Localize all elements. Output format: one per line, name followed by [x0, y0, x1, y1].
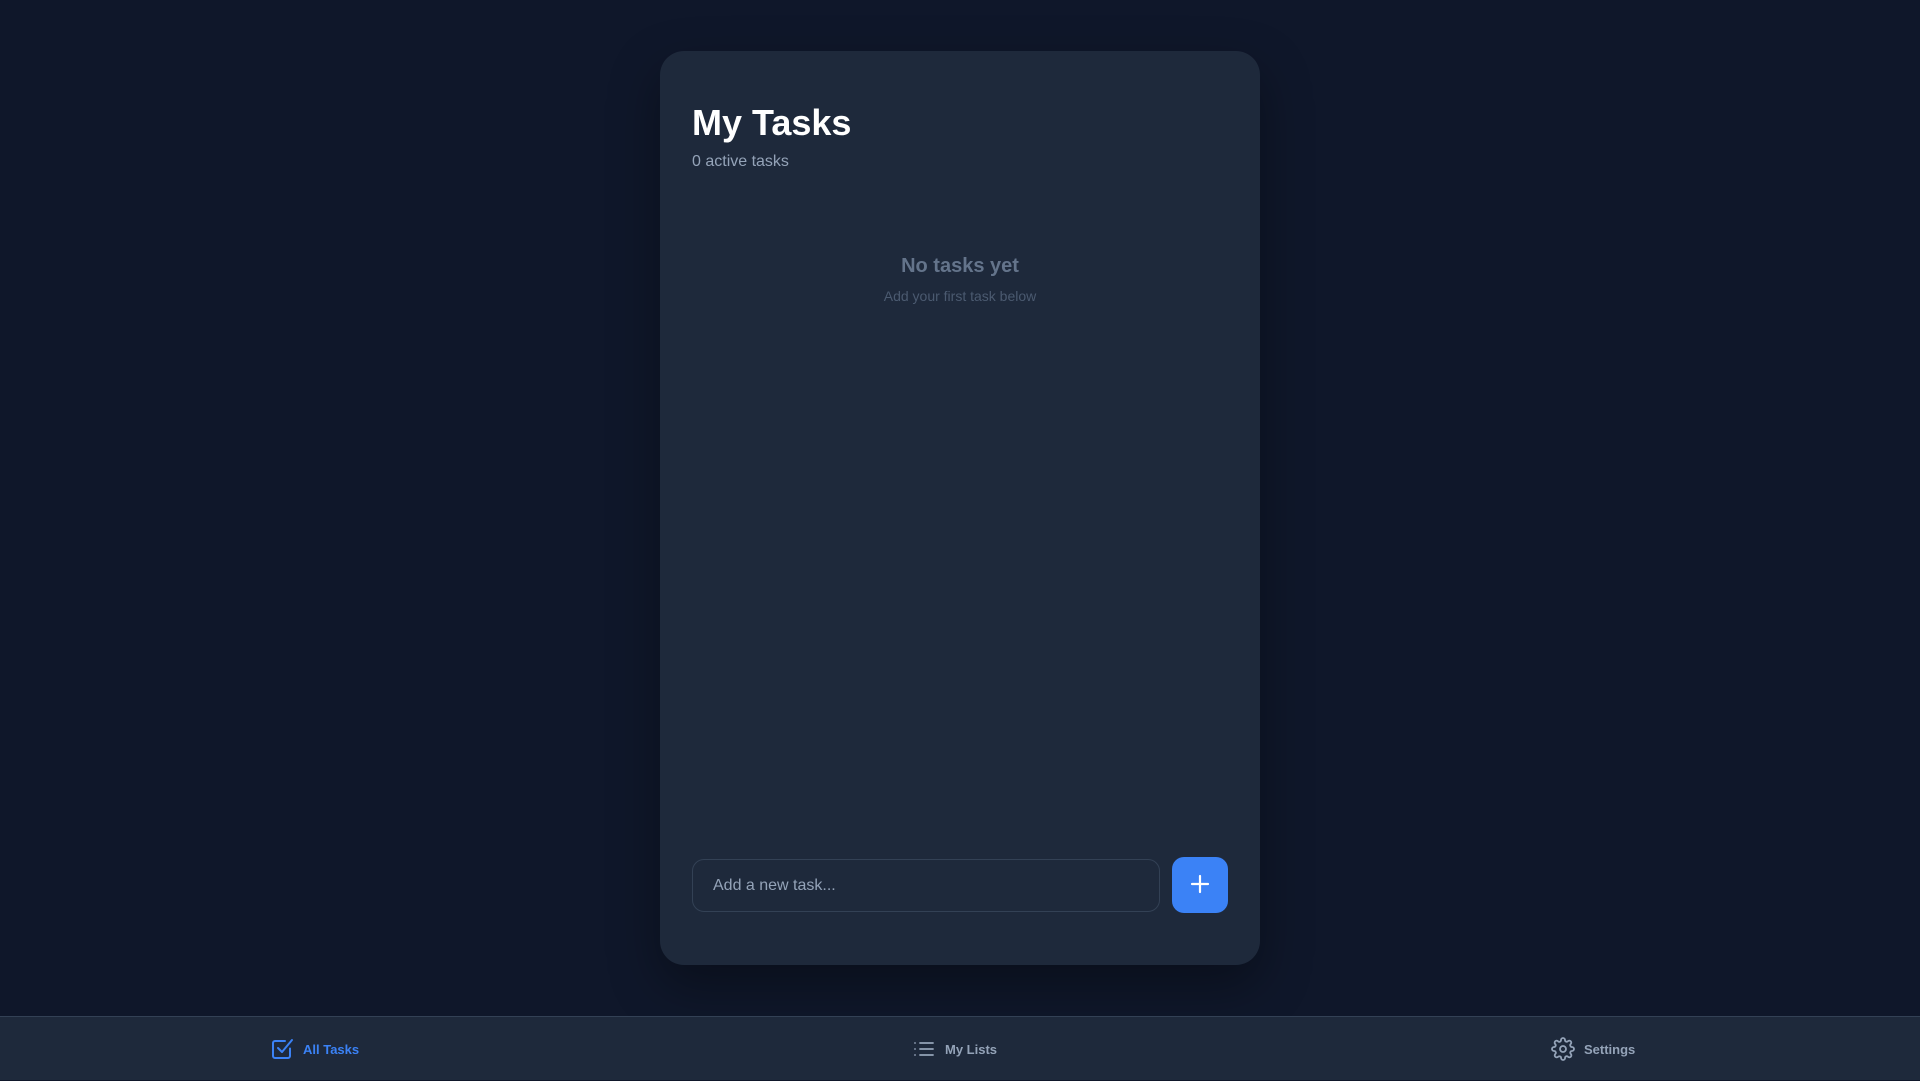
- plus-icon: [1189, 873, 1211, 898]
- nav-item-label: My Lists: [945, 1041, 998, 1057]
- gear-icon: [1551, 1037, 1575, 1061]
- new-task-input[interactable]: [692, 859, 1160, 912]
- task-card: My Tasks 0 active tasks No tasks yet Add…: [660, 51, 1260, 965]
- nav-item-all-tasks[interactable]: All Tasks: [270, 1017, 359, 1081]
- add-task-button[interactable]: [1172, 857, 1228, 913]
- list-icon: [912, 1037, 936, 1061]
- active-task-count: 0 active tasks: [692, 153, 789, 170]
- nav-item-label: All Tasks: [303, 1041, 360, 1057]
- checkbox-icon: [270, 1037, 294, 1061]
- empty-state: No tasks yet Add your first task below: [660, 255, 1260, 304]
- nav-item-my-lists[interactable]: My Lists: [912, 1017, 997, 1081]
- page-title: My Tasks: [692, 102, 852, 143]
- bottom-nav: All Tasks My Lists Settings: [0, 1016, 1920, 1080]
- empty-state-title: No tasks yet: [901, 255, 1019, 277]
- nav-item-label: Settings: [1584, 1041, 1636, 1057]
- nav-item-settings[interactable]: Settings: [1551, 1017, 1635, 1081]
- empty-state-subtitle: Add your first task below: [883, 288, 1037, 304]
